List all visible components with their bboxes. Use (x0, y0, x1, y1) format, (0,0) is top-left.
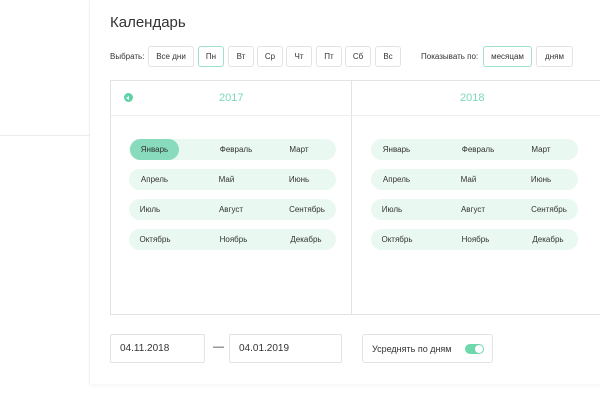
day-filter-label: Выбрать: (110, 52, 145, 61)
chip-tue[interactable]: Вт (228, 46, 254, 67)
chip-thu[interactable]: Чт (286, 46, 312, 67)
average-by-days-label: Усреднять по дням (372, 344, 452, 354)
month-2018-sep[interactable]: Сентябрь (520, 199, 578, 220)
month-2018-jul[interactable]: Июль (372, 199, 412, 220)
year-header-divider (111, 115, 600, 116)
side-panel (0, 0, 90, 135)
page-title: Календарь (110, 14, 186, 31)
month-2017-jan[interactable]: Январь (130, 139, 179, 160)
display-days-button[interactable]: дням (536, 46, 573, 67)
month-2018-jun[interactable]: Июнь (514, 169, 568, 190)
chip-fri[interactable]: Пт (316, 46, 342, 67)
chip-wed[interactable]: Ср (257, 46, 283, 67)
month-2017-nov[interactable]: Ноябрь (205, 229, 262, 250)
month-2017-sep[interactable]: Сентябрь (278, 199, 336, 220)
month-2018-mar[interactable]: Март (514, 139, 568, 160)
month-2018-feb[interactable]: Февраль (447, 139, 509, 160)
year-2017-label: 2017 (219, 92, 244, 104)
month-2017-jul[interactable]: Июль (130, 199, 170, 220)
average-by-days-control[interactable]: Усреднять по дням (362, 334, 493, 363)
month-2018-jan[interactable]: Январь (372, 139, 421, 160)
month-2017-feb[interactable]: Февраль (205, 139, 267, 160)
display-mode-label: Показывать по: (421, 52, 479, 61)
chip-sat[interactable]: Сб (345, 46, 371, 67)
month-2017-apr[interactable]: Апрель (130, 169, 179, 190)
chip-all-days[interactable]: Все дни (148, 46, 194, 67)
date-to-input[interactable] (229, 334, 342, 363)
range-separator: — (213, 341, 224, 353)
month-2017-may[interactable]: Май (205, 169, 248, 190)
chip-sun[interactable]: Вс (375, 46, 401, 67)
month-2018-aug[interactable]: Август (447, 199, 499, 220)
average-toggle[interactable] (465, 344, 484, 354)
month-2018-nov[interactable]: Ноябрь (447, 229, 504, 250)
toggle-knob (475, 345, 483, 353)
month-2018-apr[interactable]: Апрель (372, 169, 421, 190)
month-2017-jun[interactable]: Июнь (272, 169, 326, 190)
month-2018-dec[interactable]: Декабрь (520, 229, 576, 250)
chip-mon[interactable]: Пн (198, 46, 224, 67)
chevron-left-icon[interactable] (124, 93, 133, 102)
display-months-button[interactable]: месяцам (483, 46, 532, 67)
month-2018-oct[interactable]: Октябрь (372, 229, 422, 250)
month-2017-dec[interactable]: Декабрь (278, 229, 334, 250)
month-2017-aug[interactable]: Август (205, 199, 257, 220)
month-2017-mar[interactable]: Март (272, 139, 326, 160)
year-2018-label: 2018 (460, 92, 485, 104)
month-2017-oct[interactable]: Октябрь (130, 229, 180, 250)
date-from-input[interactable] (110, 334, 205, 363)
month-2018-may[interactable]: Май (447, 169, 490, 190)
